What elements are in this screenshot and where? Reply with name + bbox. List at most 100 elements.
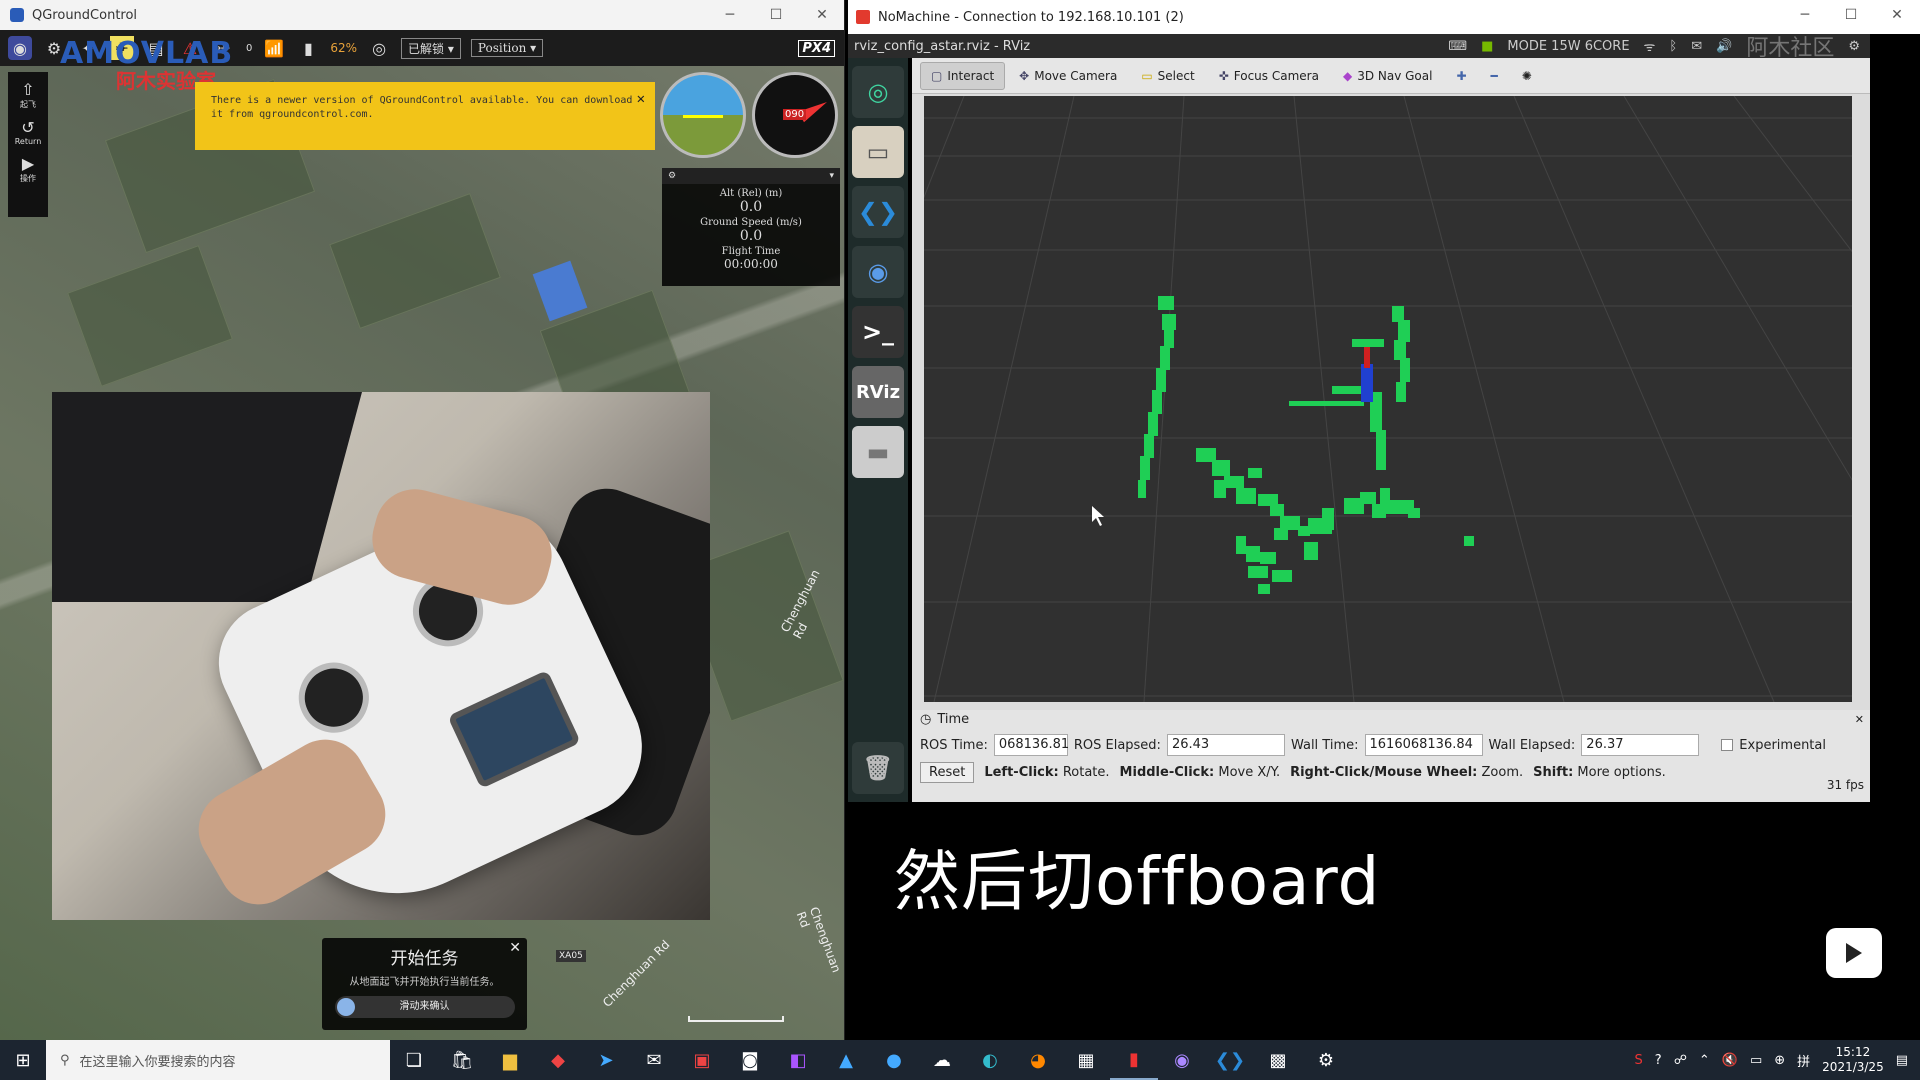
ubuntu-dash-icon[interactable]: ◎ xyxy=(852,66,904,118)
rviz-3d-viewport[interactable] xyxy=(924,96,1852,702)
nvidia-icon[interactable]: ■ xyxy=(1481,39,1493,54)
mail-icon[interactable]: ✉ xyxy=(1691,39,1702,54)
tool-options-icon[interactable]: ✺ xyxy=(1512,63,1542,89)
edge-icon[interactable]: ◐ xyxy=(966,1040,1014,1080)
maximize-icon[interactable]: ☐ xyxy=(753,0,799,30)
occupancy-block xyxy=(1248,468,1262,478)
task-view-icon[interactable]: ❏ xyxy=(390,1040,438,1080)
tool-focus-camera[interactable]: ✜ Focus Camera xyxy=(1209,63,1329,89)
terminal-icon[interactable]: >_ xyxy=(852,306,904,358)
battery-icon[interactable]: ▭ xyxy=(1750,1053,1762,1068)
chromium-icon[interactable]: ◉ xyxy=(852,246,904,298)
fps-counter: 31 fps xyxy=(1826,778,1864,792)
help-icon[interactable]: ? xyxy=(1655,1053,1662,1068)
experimental-checkbox[interactable] xyxy=(1721,739,1734,751)
qgc-task-icon[interactable]: ◉ xyxy=(1158,1040,1206,1080)
occupancy-block xyxy=(1272,570,1292,582)
camera-icon[interactable]: ◙ xyxy=(726,1040,774,1080)
ground-grid xyxy=(924,96,1852,702)
rviz-icon[interactable]: RViz xyxy=(852,366,904,418)
firefox-icon[interactable]: ◕ xyxy=(1014,1040,1062,1080)
minimize-icon[interactable]: ─ xyxy=(707,0,753,30)
qgc-titlebar: QGroundControl ─ ☐ ✕ xyxy=(0,0,844,30)
trash-icon[interactable]: 🗑 xyxy=(852,742,904,794)
gallery-icon[interactable]: ▩ xyxy=(1254,1040,1302,1080)
windows-taskbar: ⊞ ⚲ 在这里输入你要搜索的内容 ❏ 🛍 ▆ ◆ ➤ ✉ ▣ ◙ ◧ ▲ ● ☁… xyxy=(0,1040,1920,1080)
video-stream[interactable] xyxy=(52,392,710,920)
app-red-box-icon[interactable]: ▣ xyxy=(678,1040,726,1080)
tool-select[interactable]: ▭ Select xyxy=(1131,63,1204,89)
notification-icon[interactable]: ▤ xyxy=(1896,1053,1908,1068)
rc-signal-icon[interactable]: 📶 xyxy=(262,36,286,60)
photos-icon[interactable]: ▲ xyxy=(822,1040,870,1080)
reset-button[interactable]: Reset xyxy=(920,762,975,783)
app-cloud-icon[interactable]: ☁ xyxy=(918,1040,966,1080)
rviz-toolbar: ▢ Interact ✥ Move Camera ▭ Select ✜ Focu… xyxy=(912,58,1870,94)
gear-icon[interactable]: ⚙ xyxy=(668,171,676,181)
slide-to-confirm[interactable]: 滑动来确认 xyxy=(334,996,515,1018)
notice-close-icon[interactable]: ✕ xyxy=(637,92,645,106)
tool-interact[interactable]: ▢ Interact xyxy=(920,61,1006,90)
mission-close-icon[interactable]: ✕ xyxy=(509,940,521,956)
files-icon[interactable]: ▭ xyxy=(852,126,904,178)
minimize-icon[interactable]: ─ xyxy=(1782,0,1828,30)
battery-icon[interactable]: ▮ xyxy=(296,36,320,60)
action-button[interactable]: ▶ 操作 xyxy=(20,154,36,184)
slider-knob[interactable] xyxy=(336,998,355,1016)
add-tool-icon[interactable]: ✚ xyxy=(1446,63,1476,89)
app-blue-arrow-icon[interactable]: ➤ xyxy=(582,1040,630,1080)
start-mission-dialog: 开始任务 从地面起飞并开始执行当前任务。 滑动来确认 ✕ xyxy=(322,938,527,1030)
return-button[interactable]: ↺ Return xyxy=(15,118,42,146)
taskbar-clock[interactable]: 15:12 2021/3/25 xyxy=(1822,1045,1884,1075)
chevron-up-icon[interactable]: ⌃ xyxy=(1699,1053,1710,1068)
occupancy-block xyxy=(1274,528,1288,540)
mail-icon[interactable]: ✉ xyxy=(630,1040,678,1080)
onenote-icon[interactable]: ◧ xyxy=(774,1040,822,1080)
taskbar-search[interactable]: ⚲ 在这里输入你要搜索的内容 xyxy=(46,1040,390,1080)
ros-time-field: 068136.81 xyxy=(993,734,1069,756)
wifi-icon[interactable]: ᯤ xyxy=(1644,37,1656,55)
move-camera-icon: ✥ xyxy=(1019,68,1030,83)
takeoff-button[interactable]: ⇧ 起飞 xyxy=(20,80,36,110)
takeoff-icon: ⇧ xyxy=(21,80,35,99)
tool-move-camera[interactable]: ✥ Move Camera xyxy=(1009,63,1127,89)
app-tray-icon[interactable]: S xyxy=(1635,1053,1643,1068)
qgc-logo-icon[interactable]: ◉ xyxy=(8,36,32,60)
tool-3d-nav-goal[interactable]: ◆ 3D Nav Goal xyxy=(1333,63,1443,89)
time-panel-header: ◷ Time ✕ xyxy=(920,711,1864,727)
volume-icon[interactable]: 🔊 xyxy=(1716,39,1732,54)
zoom-icon[interactable]: ● xyxy=(870,1040,918,1080)
rtk-icon[interactable]: ◎ xyxy=(367,36,391,60)
close-icon[interactable]: ✕ xyxy=(799,0,844,30)
store-icon[interactable]: 🛍 xyxy=(438,1040,486,1080)
occupancy-block xyxy=(1162,314,1176,330)
arm-state-select[interactable]: 已解锁 ▾ xyxy=(401,37,461,59)
volume-icon[interactable]: 🔇 xyxy=(1722,1053,1738,1068)
occupancy-block xyxy=(1140,456,1150,480)
close-icon[interactable]: ✕ xyxy=(1874,0,1920,30)
people-icon[interactable]: ☍ xyxy=(1674,1053,1687,1068)
maximize-icon[interactable]: ☐ xyxy=(1828,0,1874,30)
settings-icon[interactable]: ⚙ xyxy=(1302,1040,1350,1080)
vscode-task-icon[interactable]: ❮❯ xyxy=(1206,1040,1254,1080)
keyboard-icon[interactable]: ⌨ xyxy=(1448,39,1467,54)
occupancy-block xyxy=(1260,552,1276,564)
bluetooth-icon[interactable]: ᛒ xyxy=(1669,39,1677,54)
time-panel: ◷ Time ✕ ROS Time: 068136.81 ROS Elapsed… xyxy=(912,710,1870,802)
occupancy-block xyxy=(1246,546,1260,562)
drive-icon[interactable]: ▬ xyxy=(852,426,904,478)
occupancy-block xyxy=(1408,508,1420,518)
network-icon[interactable]: ⊕ xyxy=(1774,1053,1785,1068)
flight-mode-select[interactable]: Position ▾ xyxy=(470,39,544,57)
windows-start-icon[interactable]: ⊞ xyxy=(0,1040,46,1080)
file-explorer-icon[interactable]: ▆ xyxy=(486,1040,534,1080)
power-gear-icon[interactable]: ⚙ xyxy=(1848,39,1860,54)
ime-icon[interactable]: 拼 xyxy=(1797,1051,1810,1070)
nomachine-task-icon[interactable]: ▮ xyxy=(1110,1040,1158,1080)
remove-tool-icon[interactable]: ━ xyxy=(1481,63,1508,89)
app-folder-icon[interactable]: ▦ xyxy=(1062,1040,1110,1080)
close-panel-icon[interactable]: ✕ xyxy=(1855,713,1864,726)
vscode-icon[interactable]: ❮❯ xyxy=(852,186,904,238)
app-red-icon[interactable]: ◆ xyxy=(534,1040,582,1080)
help-row: Reset Left-Click: Rotate. Middle-Click: … xyxy=(912,762,1870,783)
